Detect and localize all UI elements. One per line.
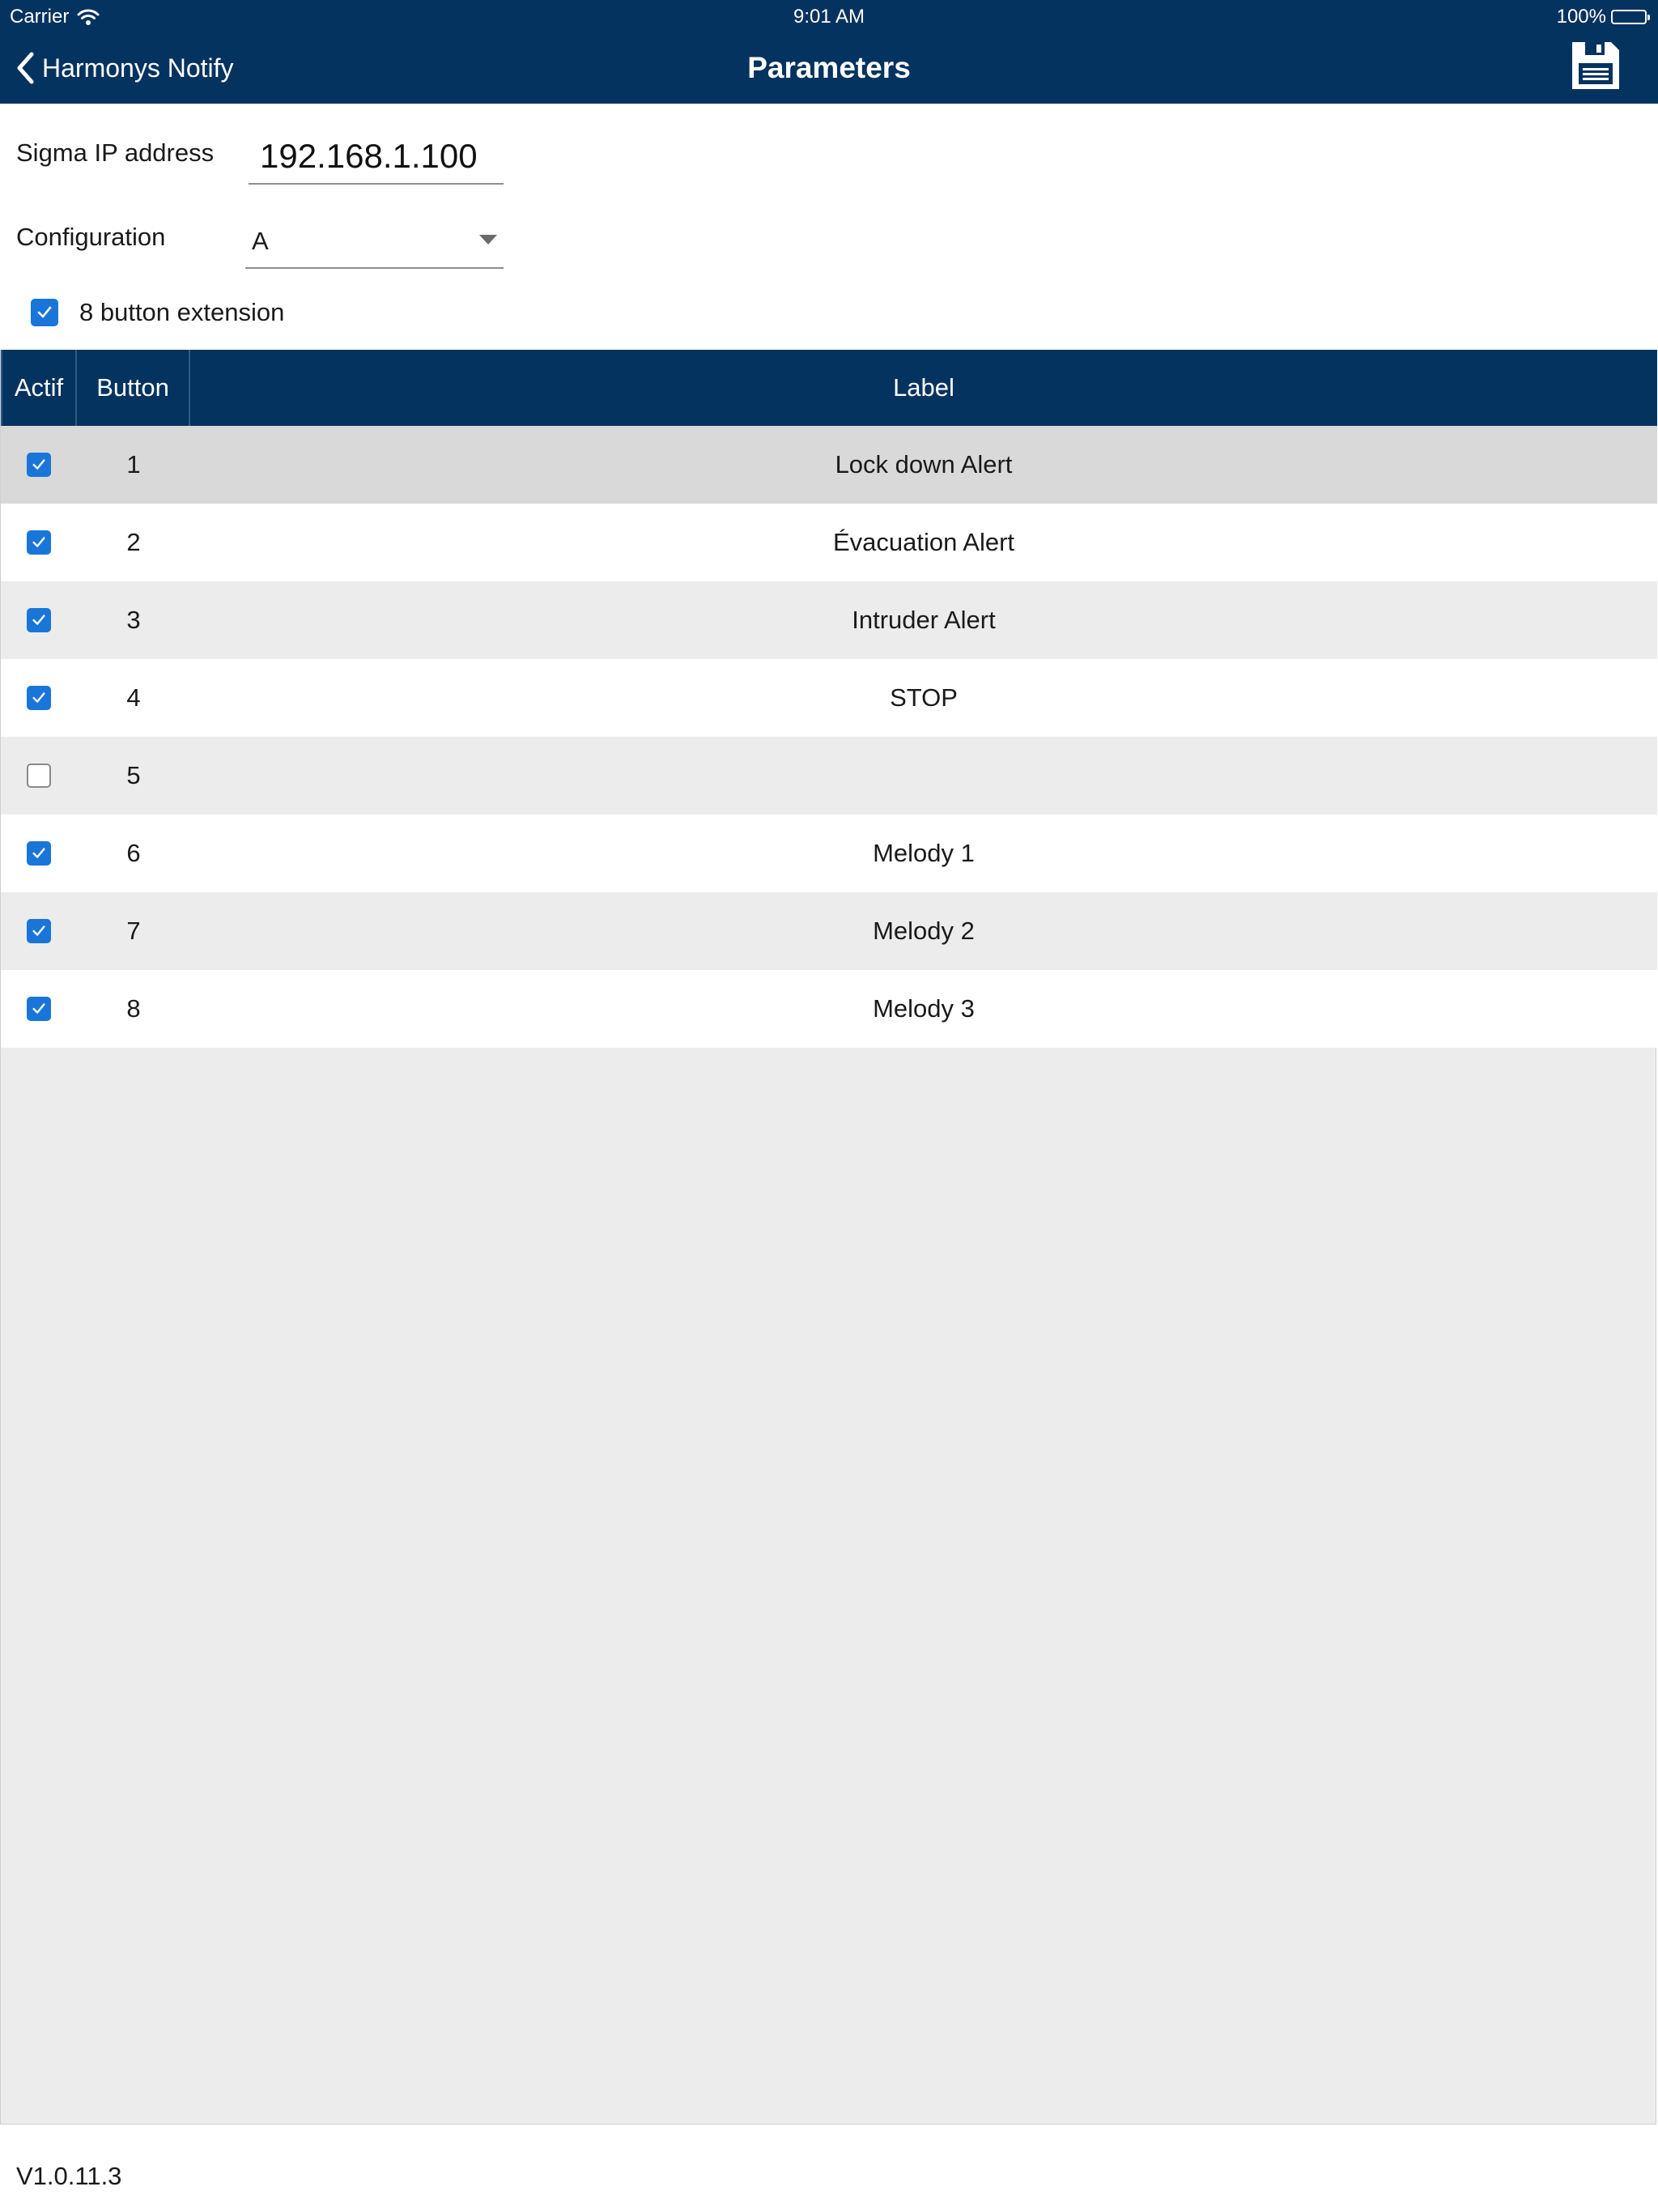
label-cell[interactable]: Évacuation Alert (190, 504, 1657, 581)
ip-address-input[interactable] (249, 130, 504, 185)
column-header-label[interactable]: Label (190, 350, 1657, 426)
label-cell[interactable]: Lock down Alert (190, 426, 1657, 504)
actif-cell (1, 892, 77, 970)
battery-icon (1611, 10, 1650, 24)
battery-percent: 100% (1556, 6, 1606, 28)
actif-cell (1, 504, 77, 581)
row-active-checkbox[interactable] (27, 530, 51, 555)
button-number-cell: 6 (126, 839, 141, 867)
row-active-checkbox[interactable] (27, 997, 51, 1021)
actif-cell (1, 581, 77, 659)
status-time: 9:01 AM (793, 6, 865, 28)
label-cell[interactable]: Melody 3 (190, 970, 1657, 1048)
actif-cell (1, 970, 77, 1048)
checkmark-icon (32, 537, 45, 547)
label-cell[interactable]: Melody 2 (190, 892, 1657, 970)
table-row[interactable]: 6 Melody 1 (1, 815, 1657, 892)
checkmark-icon (32, 615, 45, 625)
table-header: Actif Button Label (1, 350, 1657, 426)
row-active-checkbox[interactable] (27, 919, 51, 943)
status-right: 100% (1556, 5, 1650, 29)
button-number-cell: 5 (126, 761, 141, 789)
row-active-checkbox[interactable] (27, 841, 51, 866)
checkmark-icon (32, 692, 45, 703)
button-number-cell: 8 (126, 994, 141, 1023)
checkmark-icon (32, 459, 45, 470)
actif-cell (1, 659, 77, 737)
extension-checkbox[interactable] (31, 299, 58, 326)
button-number-cell: 7 (126, 917, 141, 945)
ip-address-label: Sigma IP address (16, 138, 215, 167)
button-number-cell: 2 (126, 528, 141, 556)
caret-down-icon (479, 235, 497, 245)
label-cell[interactable]: Melody 1 (190, 815, 1657, 892)
checkmark-icon (32, 1003, 45, 1014)
navigation-bar: Carrier 9:01 AM 100% Harmonys Notify Par… (0, 0, 1658, 104)
row-active-checkbox[interactable] (27, 608, 51, 632)
row-active-checkbox[interactable] (27, 764, 51, 788)
checkmark-icon (32, 925, 45, 936)
button-number-cell: 3 (126, 606, 141, 634)
table-row[interactable]: 5 (1, 737, 1657, 815)
label-cell[interactable]: STOP (190, 659, 1657, 737)
table-row[interactable]: 8 Melody 3 (1, 970, 1657, 1048)
label-cell[interactable]: Intruder Alert (190, 581, 1657, 659)
button-number-cell: 1 (126, 450, 141, 479)
configuration-value: A (252, 227, 269, 255)
label-cell[interactable] (190, 737, 1657, 815)
actif-cell (1, 426, 77, 504)
save-button[interactable] (1569, 39, 1622, 92)
actif-cell (1, 815, 77, 892)
floppy-disk-icon (1572, 42, 1619, 89)
row-active-checkbox[interactable] (27, 686, 51, 710)
page-title: Parameters (747, 51, 911, 84)
version-label: V1.0.11.3 (16, 2162, 122, 2190)
table-row[interactable]: 7 Melody 2 (1, 892, 1657, 970)
table-row[interactable]: 2 Évacuation Alert (1, 504, 1657, 581)
actif-cell (1, 737, 77, 815)
buttons-table: Actif Button Label 1 Lock down Alert 2 Évac… (0, 350, 1657, 2125)
configuration-select[interactable]: A (245, 219, 504, 269)
configuration-label: Configuration (16, 223, 166, 251)
row-active-checkbox[interactable] (27, 453, 51, 477)
table-row[interactable]: 4 STOP (1, 659, 1657, 737)
checkmark-icon (32, 848, 45, 858)
button-number-cell: 4 (126, 683, 141, 712)
extension-label: 8 button extension (79, 298, 285, 326)
checkmark-icon (37, 306, 52, 318)
column-header-button[interactable]: Button (77, 350, 190, 426)
extension-option: 8 button extension (31, 296, 284, 329)
table-row[interactable]: 3 Intruder Alert (1, 581, 1657, 659)
table-row[interactable]: 1 Lock down Alert (1, 426, 1657, 504)
column-header-actif[interactable]: Actif (1, 350, 77, 426)
